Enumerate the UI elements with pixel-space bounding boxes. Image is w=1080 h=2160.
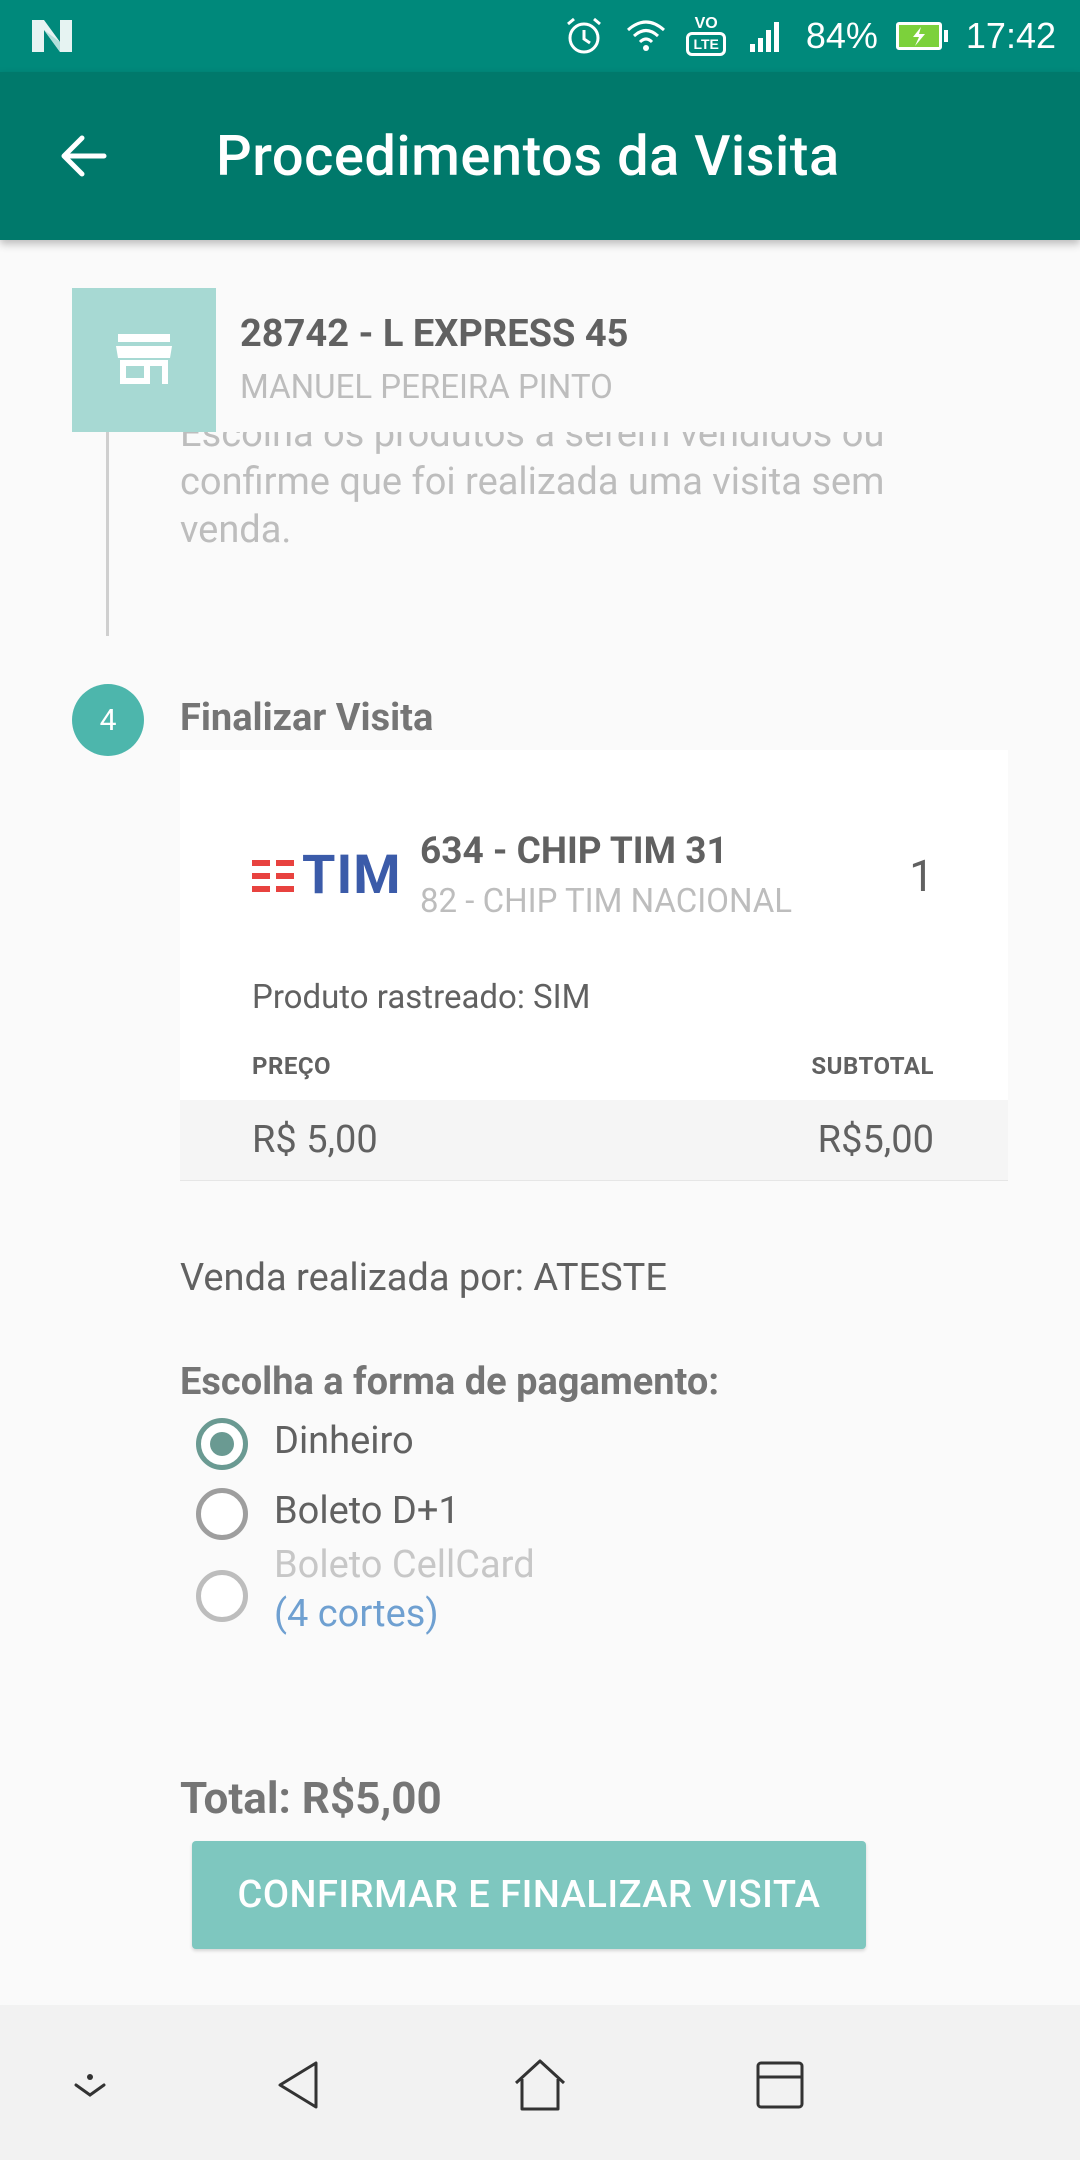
recents-icon — [756, 2061, 804, 2109]
signal-icon — [749, 22, 779, 52]
subtotal-value: R$5,00 — [817, 1118, 934, 1162]
store-name: 28742 - L EXPRESS 45 — [240, 312, 629, 356]
navigation-bar — [0, 2005, 1080, 2160]
nav-home-button[interactable] — [500, 2045, 580, 2125]
radio-button-checked[interactable] — [196, 1418, 248, 1470]
main-content[interactable]: Escolha os produtos a serem vendidos ou … — [0, 240, 1080, 2005]
wifi-icon — [627, 20, 666, 51]
product-name: 634 - CHIP TIM 31 — [420, 830, 728, 873]
hide-navbar-button[interactable] — [50, 2045, 130, 2125]
step3-description-container: Escolha os produtos a serem vendidos ou … — [180, 432, 1080, 632]
step3-description: Escolha os produtos a serem vendidos ou … — [180, 432, 885, 552]
nav-back-button[interactable] — [260, 2045, 340, 2125]
price-row: R$ 5,00 R$5,00 — [180, 1100, 1008, 1181]
payment-option-sublabel: (4 cortes) — [274, 1592, 439, 1636]
triangle-back-icon — [278, 2061, 318, 2109]
store-icon — [72, 288, 216, 432]
alarm-icon — [567, 17, 602, 54]
page-title: Procedimentos da Visita — [216, 123, 840, 189]
total-amount: Total: R$5,00 — [180, 1772, 442, 1824]
radio-button[interactable] — [196, 1488, 248, 1540]
store-owner: MANUEL PEREIRA PINTO — [240, 368, 613, 407]
product-quantity: 1 — [909, 850, 934, 902]
product-subtitle: 82 - CHIP TIM NACIONAL — [420, 882, 793, 921]
android-n-logo-icon — [32, 20, 72, 52]
tim-logo-icon: TIM — [252, 844, 402, 907]
payment-option-label: Dinheiro — [274, 1419, 414, 1463]
arrow-back-icon — [61, 135, 107, 177]
stepper-line — [106, 432, 109, 636]
price-label: PREÇO — [252, 1052, 332, 1080]
price-value: R$ 5,00 — [252, 1118, 378, 1162]
product-card: TIM 634 - CHIP TIM 31 82 - CHIP TIM NACI… — [180, 750, 1008, 1181]
confirm-finish-visit-button[interactable]: CONFIRMAR E FINALIZAR VISITA — [192, 1841, 866, 1949]
payment-option-dinheiro[interactable]: Dinheiro — [196, 1416, 414, 1470]
battery-percentage: 84% — [805, 15, 878, 56]
sold-by-text: Venda realizada por: ATESTE — [180, 1256, 667, 1300]
tracked-status: Produto rastreado: SIM — [252, 978, 591, 1017]
status-bar: VO LTE 84% 17:42 — [0, 0, 1080, 72]
nav-recents-button[interactable] — [740, 2045, 820, 2125]
home-icon — [514, 2059, 566, 2111]
volte-icon: VO LTE — [686, 16, 726, 56]
payment-option-boleto-cellcard: Boleto CellCard (4 cortes) — [196, 1540, 535, 1638]
radio-button-disabled — [196, 1570, 248, 1622]
subtotal-label: SUBTOTAL — [811, 1052, 934, 1080]
payment-option-label-block: Boleto CellCard (4 cortes) — [274, 1540, 535, 1638]
clock: 17:42 — [965, 15, 1056, 56]
payment-title: Escolha a forma de pagamento: — [180, 1360, 720, 1404]
back-button[interactable] — [40, 112, 128, 200]
store-header: 28742 - L EXPRESS 45 MANUEL PEREIRA PINT… — [72, 288, 628, 432]
battery-icon — [895, 22, 948, 50]
app-bar: Procedimentos da Visita — [0, 72, 1080, 240]
step-number-badge: 4 — [72, 684, 144, 756]
payment-option-boleto[interactable]: Boleto D+1 — [196, 1486, 460, 1540]
payment-option-label: Boleto D+1 — [274, 1489, 460, 1533]
step-title: Finalizar Visita — [180, 696, 434, 740]
chevron-down-icon — [74, 2074, 106, 2097]
payment-option-label: Boleto CellCard — [274, 1543, 535, 1587]
brand-name: TIM — [302, 844, 402, 907]
